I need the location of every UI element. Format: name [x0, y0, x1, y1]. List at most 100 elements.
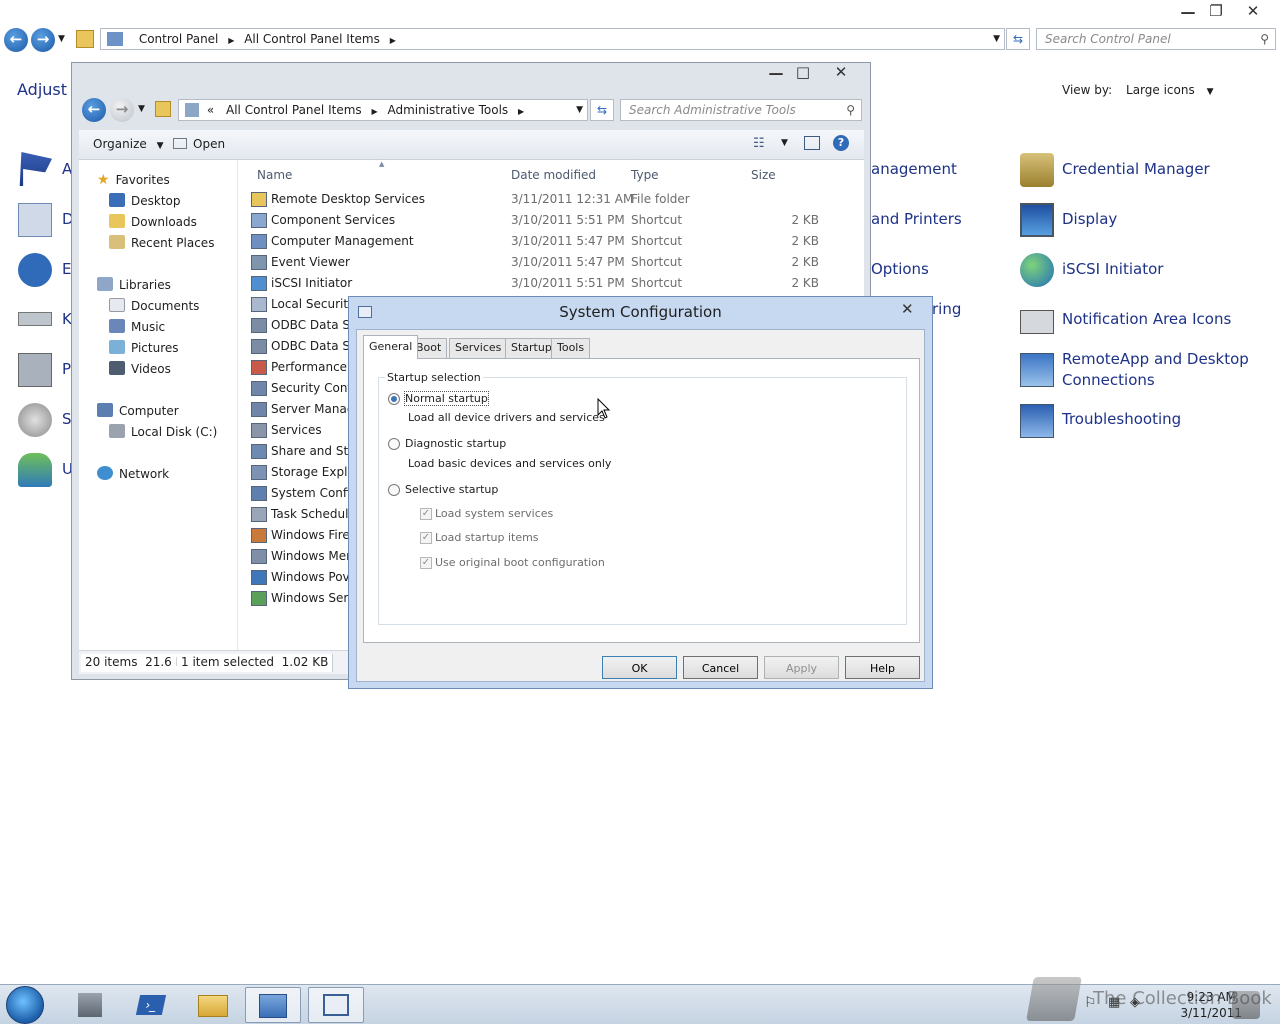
back-icon[interactable]: ←: [82, 98, 106, 122]
chevron-down-icon[interactable]: ▼: [1207, 87, 1214, 97]
nav-favorites[interactable]: ★ Favorites: [97, 172, 170, 188]
display-icon[interactable]: [1020, 203, 1054, 237]
load-system-services-checkbox[interactable]: ✓: [420, 508, 432, 520]
load-startup-items-checkbox[interactable]: ✓: [420, 532, 432, 544]
tab-services[interactable]: Services: [449, 338, 508, 358]
nav-downloads[interactable]: Downloads: [109, 214, 197, 229]
restore-icon[interactable]: ❐: [1204, 1, 1228, 21]
cp-item-p[interactable]: P: [62, 360, 71, 378]
cp-item-management[interactable]: anagement: [871, 160, 957, 178]
taskbar-system-configuration[interactable]: [308, 987, 364, 1023]
use-original-boot-checkbox[interactable]: ✓: [420, 557, 432, 569]
ease-of-access-icon[interactable]: [18, 253, 52, 287]
cp-item-devices-printers[interactable]: and Printers: [871, 210, 962, 228]
taskbar-control-panel[interactable]: [245, 987, 301, 1023]
explorer-address-bar[interactable]: « All Control Panel Items ▶ Administrati…: [178, 99, 588, 121]
organize-button[interactable]: Organize ▼: [93, 137, 164, 151]
troubleshooting-icon[interactable]: [1020, 404, 1054, 438]
taskbar-server-manager[interactable]: [62, 987, 118, 1023]
nav-computer[interactable]: Computer: [97, 403, 179, 418]
breadcrumb-all-items[interactable]: All Control Panel Items: [226, 100, 362, 120]
notification-area-icon[interactable]: [1020, 310, 1054, 334]
cp-item-iscsi-initiator[interactable]: iSCSI Initiator: [1062, 260, 1163, 278]
cp-item-remoteapp[interactable]: RemoteApp and Desktop: [1062, 350, 1249, 368]
ok-button[interactable]: OK: [602, 656, 677, 679]
refresh-icon[interactable]: ⇆: [590, 99, 614, 121]
breadcrumb-control-panel[interactable]: Control Panel: [139, 29, 219, 49]
up-folder-icon[interactable]: [76, 30, 94, 48]
taskbar-explorer[interactable]: [184, 987, 240, 1023]
nav-pictures[interactable]: Pictures: [109, 340, 179, 355]
nav-music[interactable]: Music: [109, 319, 165, 334]
column-header-name[interactable]: Name: [257, 168, 292, 182]
cp-item-remoteapp-line2[interactable]: Connections: [1062, 371, 1155, 389]
table-row[interactable]: iSCSI Initiator 3/10/2011 5:51 PM Shortcut…: [239, 273, 864, 294]
sound-icon[interactable]: [18, 403, 52, 437]
phone-modem-icon[interactable]: [18, 353, 52, 387]
tab-general[interactable]: General: [363, 335, 419, 359]
tab-tools[interactable]: Tools: [551, 338, 591, 358]
nav-libraries[interactable]: Libraries: [97, 277, 171, 292]
nav-documents[interactable]: Documents: [109, 298, 199, 313]
preview-pane-icon[interactable]: [804, 136, 820, 150]
cp-item-options[interactable]: Options: [871, 260, 929, 278]
normal-startup-radio[interactable]: [388, 393, 400, 405]
back-icon[interactable]: ←: [4, 28, 28, 52]
chevron-right-icon[interactable]: ▶: [371, 102, 377, 122]
minimize-icon[interactable]: —: [1176, 2, 1200, 22]
view-options-icon[interactable]: ☷: [753, 136, 765, 151]
cp-item-credential-manager[interactable]: Credential Manager: [1062, 160, 1210, 178]
address-dropdown-icon[interactable]: ▼: [993, 29, 1000, 49]
nav-videos[interactable]: Videos: [109, 361, 171, 376]
column-header-date[interactable]: Date modified: [511, 168, 596, 182]
chevron-right-icon[interactable]: ▶: [228, 31, 234, 51]
help-button[interactable]: Help: [845, 656, 920, 679]
nav-network[interactable]: Network: [97, 466, 169, 481]
selective-startup-label[interactable]: Selective startup: [405, 483, 498, 496]
cp-item-monitoring[interactable]: ring: [932, 300, 961, 318]
iscsi-globe-icon[interactable]: [1020, 253, 1054, 287]
selective-startup-radio[interactable]: [388, 484, 400, 496]
refresh-icon[interactable]: ⇆: [1006, 28, 1030, 50]
table-row[interactable]: Remote Desktop Services 3/11/2011 12:31 A…: [239, 189, 864, 210]
column-header-size[interactable]: Size: [751, 168, 776, 182]
user-accounts-icon[interactable]: [18, 453, 52, 487]
cp-item-display[interactable]: Display: [1062, 210, 1117, 228]
start-button[interactable]: [6, 986, 44, 1024]
apply-button[interactable]: Apply: [764, 656, 839, 679]
open-button[interactable]: Open: [173, 137, 225, 151]
nav-local-disk[interactable]: Local Disk (C:): [109, 424, 217, 439]
close-icon[interactable]: ✕: [1241, 1, 1265, 21]
taskbar-powershell[interactable]: ›_: [122, 987, 178, 1023]
credential-manager-icon[interactable]: [1020, 153, 1054, 187]
table-row[interactable]: Event Viewer 3/10/2011 5:47 PM Shortcut 2 K…: [239, 252, 864, 273]
cp-item-troubleshooting[interactable]: Troubleshooting: [1062, 410, 1181, 428]
control-panel-search-input[interactable]: Search Control Panel ⚲: [1036, 28, 1276, 50]
minimize-icon[interactable]: —: [764, 63, 788, 83]
remoteapp-icon[interactable]: [1020, 353, 1054, 387]
help-icon[interactable]: ?: [833, 135, 849, 151]
diagnostic-startup-label[interactable]: Diagnostic startup: [405, 437, 506, 450]
explorer-search-input[interactable]: Search Administrative Tools ⚲: [620, 99, 862, 121]
view-dropdown-icon[interactable]: ▼: [781, 138, 788, 148]
table-row[interactable]: Computer Management 3/10/2011 5:47 PM Shor…: [239, 231, 864, 252]
address-dropdown-icon[interactable]: ▼: [576, 100, 583, 120]
table-row[interactable]: Component Services 3/10/2011 5:51 PM Short…: [239, 210, 864, 231]
search-icon[interactable]: ⚲: [846, 100, 855, 120]
close-icon[interactable]: ✕: [901, 300, 914, 318]
cancel-button[interactable]: Cancel: [683, 656, 758, 679]
close-icon[interactable]: ✕: [829, 62, 853, 82]
control-panel-address-bar[interactable]: Control Panel ▶ All Control Panel Items …: [100, 28, 1005, 50]
recent-pages-icon[interactable]: ▼: [58, 34, 65, 44]
column-header-type[interactable]: Type: [631, 168, 659, 182]
nav-recent-places[interactable]: Recent Places: [109, 235, 214, 250]
up-folder-icon[interactable]: [155, 101, 171, 117]
action-center-icon[interactable]: [19, 152, 52, 186]
diagnostic-startup-radio[interactable]: [388, 438, 400, 450]
chevron-right-icon[interactable]: ▶: [390, 31, 396, 51]
date-time-icon[interactable]: [18, 203, 52, 237]
cp-item-notification-area-icons[interactable]: Notification Area Icons: [1062, 310, 1231, 328]
view-by-dropdown[interactable]: Large icons: [1126, 83, 1195, 97]
forward-icon[interactable]: →: [110, 98, 134, 122]
tab-startup[interactable]: Startup: [505, 338, 558, 358]
